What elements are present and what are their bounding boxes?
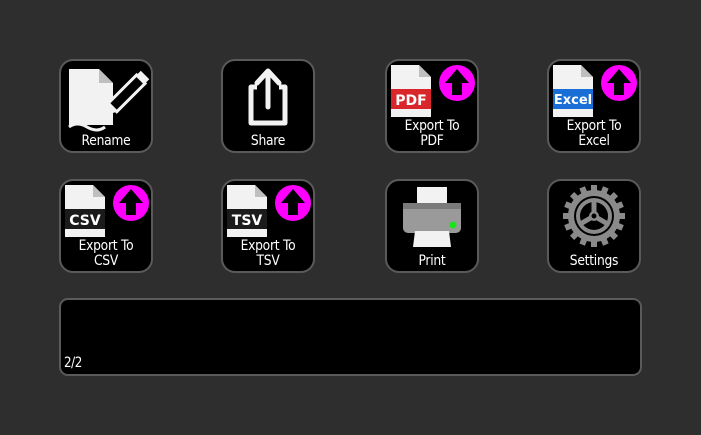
excel-badge-text: Excel xyxy=(554,93,592,108)
status-panel: 2/2 xyxy=(59,298,642,376)
settings-button[interactable]: Settings xyxy=(547,179,641,273)
printer-led-icon xyxy=(449,221,457,229)
print-label: Print xyxy=(418,253,446,269)
rename-label: Rename xyxy=(81,133,131,149)
export-csv-button[interactable]: CSV Export To CSV xyxy=(59,179,153,273)
export-tsv-label: Export To TSV xyxy=(240,238,296,269)
rename-button[interactable]: Rename xyxy=(59,59,153,153)
action-panel: Rename Share PDF Export To PDF Excel Exp… xyxy=(0,0,701,435)
share-label: Share xyxy=(250,133,286,149)
share-button[interactable]: Share xyxy=(221,59,315,153)
pdf-badge-text: PDF xyxy=(395,93,426,109)
export-tsv-button[interactable]: TSV Export To TSV xyxy=(221,179,315,273)
export-excel-button[interactable]: Excel Export To Excel xyxy=(547,59,641,153)
tsv-badge-text: TSV xyxy=(232,213,263,229)
csv-badge-text: CSV xyxy=(69,213,101,229)
export-csv-label: Export To CSV xyxy=(78,238,134,269)
settings-label: Settings xyxy=(569,253,619,269)
print-button[interactable]: Print xyxy=(385,179,479,273)
export-excel-label: Export To Excel xyxy=(566,118,622,149)
page-indicator: 2/2 xyxy=(64,355,82,371)
export-pdf-button[interactable]: PDF Export To PDF xyxy=(385,59,479,153)
export-pdf-label: Export To PDF xyxy=(404,118,460,149)
